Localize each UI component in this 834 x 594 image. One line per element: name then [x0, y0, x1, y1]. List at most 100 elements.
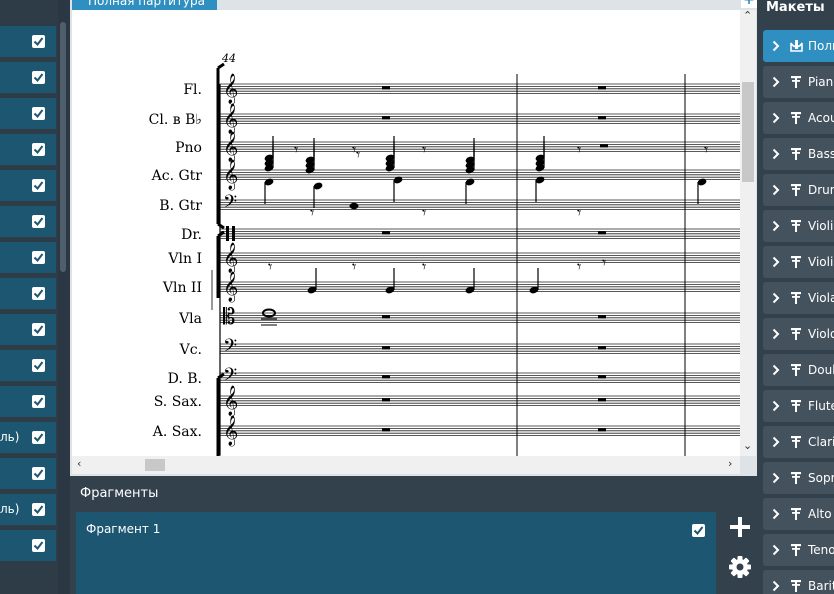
horizontal-scrollbar[interactable]: ‹ ›: [72, 456, 740, 474]
vertical-scrollbar-thumb[interactable]: [742, 82, 754, 182]
chevron-right-icon[interactable]: [772, 292, 780, 304]
chevron-right-icon[interactable]: [772, 220, 780, 232]
player-visible-checkbox[interactable]: [32, 431, 45, 444]
instrument-part-icon: [791, 436, 801, 448]
layout-item[interactable]: Drum Set: [763, 174, 834, 206]
instrument-part-icon: [791, 112, 801, 124]
layout-item[interactable]: Alto Saxophone: [763, 498, 834, 530]
player-row[interactable]: [0, 26, 56, 58]
left-scrollbar-thumb[interactable]: [60, 22, 66, 272]
scroll-left-icon[interactable]: ‹: [77, 458, 81, 470]
instrument-label: Vln I: [167, 251, 202, 267]
player-row[interactable]: [0, 206, 56, 238]
layout-item[interactable]: Baritone Saxophone: [763, 570, 834, 594]
layout-item[interactable]: Double Bass: [763, 354, 834, 386]
chevron-right-icon[interactable]: [772, 436, 780, 448]
layout-item[interactable]: Piano: [763, 66, 834, 98]
player-row[interactable]: [0, 458, 56, 490]
fragment-item-label[interactable]: Фрагмент 1: [86, 522, 160, 536]
player-row[interactable]: [0, 350, 56, 382]
plus-icon: [730, 517, 750, 537]
instrument-part-icon: [791, 292, 801, 304]
player-visible-checkbox[interactable]: [32, 107, 45, 120]
player-visible-checkbox[interactable]: [32, 467, 45, 480]
player-row[interactable]: [0, 242, 56, 274]
chevron-right-icon[interactable]: [772, 400, 780, 412]
chevron-right-icon[interactable]: [772, 148, 780, 160]
player-row[interactable]: [0, 278, 56, 310]
fragment-checkbox[interactable]: [692, 524, 705, 537]
fragments-list: Фрагмент 1: [76, 512, 716, 594]
scroll-up-icon[interactable]: ⌃: [743, 10, 752, 22]
player-row[interactable]: [0, 98, 56, 130]
instrument-label: Vla: [178, 311, 202, 327]
chevron-right-icon[interactable]: [772, 508, 780, 520]
instrument-part-icon: [791, 328, 801, 340]
eighth-rest: 𝄾: [422, 140, 426, 159]
scroll-right-icon[interactable]: ›: [728, 458, 732, 470]
player-row[interactable]: ль): [0, 494, 56, 526]
player-visible-checkbox[interactable]: [32, 179, 45, 192]
tab-full-score[interactable]: Полная партитура: [72, 0, 217, 10]
player-visible-checkbox[interactable]: [32, 539, 45, 552]
fragment-settings-button[interactable]: [727, 554, 753, 580]
treble-clef: 𝄞: [223, 271, 238, 303]
chevron-right-icon[interactable]: [772, 40, 780, 52]
player-visible-checkbox[interactable]: [32, 143, 45, 156]
chevron-right-icon[interactable]: [772, 544, 780, 556]
horizontal-scrollbar-thumb[interactable]: [145, 459, 165, 471]
eighth-rest: 𝄾: [577, 140, 581, 159]
layout-item[interactable]: Flute: [763, 390, 834, 422]
player-row[interactable]: [0, 62, 56, 94]
layout-item[interactable]: Violin II: [763, 246, 834, 278]
layout-item[interactable]: Clarinet in B♭: [763, 426, 834, 458]
player-visible-checkbox[interactable]: [32, 395, 45, 408]
player-row[interactable]: [0, 530, 56, 562]
score-canvas[interactable]: 𝄞 𝄞 𝄞 𝄞 𝄢 𝄞 𝄞 𝄡 𝄢 𝄢 𝄞 𝄞 Fl. Cl. в B♭ Pno Ac. Gtr B. Gtr D…: [72, 10, 740, 456]
instrument-label: Pno: [175, 140, 202, 156]
add-fragment-button[interactable]: [727, 514, 753, 540]
layout-item[interactable]: Viola: [763, 282, 834, 314]
chevron-right-icon[interactable]: [772, 328, 780, 340]
whole-rest: [598, 346, 606, 350]
player-visible-checkbox[interactable]: [32, 215, 45, 228]
layout-item[interactable]: Acoustic Guitar: [763, 102, 834, 134]
player-row[interactable]: [0, 386, 56, 418]
whole-rest: [598, 231, 606, 235]
instrument-part-icon: [791, 220, 801, 232]
instrument-part-icon: [791, 544, 801, 556]
chevron-right-icon[interactable]: [772, 184, 780, 196]
player-row[interactable]: ль): [0, 422, 56, 454]
player-visible-checkbox[interactable]: [32, 35, 45, 48]
chevron-right-icon[interactable]: [772, 580, 780, 592]
chevron-right-icon[interactable]: [772, 112, 780, 124]
layout-item[interactable]: Violoncello: [763, 318, 834, 350]
player-visible-checkbox[interactable]: [32, 287, 45, 300]
layout-item[interactable]: Soprano Saxophone: [763, 462, 834, 494]
layout-item[interactable]: Violin I: [763, 210, 834, 242]
player-row[interactable]: [0, 170, 56, 202]
player-row[interactable]: [0, 134, 56, 166]
layout-item-label: Acoustic Guitar: [808, 111, 834, 125]
player-visible-checkbox[interactable]: [32, 359, 45, 372]
chevron-right-icon[interactable]: [772, 364, 780, 376]
chevron-right-icon[interactable]: [772, 256, 780, 268]
player-visible-checkbox[interactable]: [32, 503, 45, 516]
layout-item-label: Violin I: [808, 219, 834, 233]
layout-item[interactable]: Tenor Saxophone: [763, 534, 834, 566]
add-tab-button[interactable]: +: [741, 0, 757, 8]
whole-rest: [382, 346, 390, 350]
layout-item[interactable]: Bass Guitar: [763, 138, 834, 170]
vertical-scrollbar[interactable]: ⌃ ⌄: [740, 10, 756, 456]
player-visible-checkbox[interactable]: [32, 251, 45, 264]
player-visible-checkbox[interactable]: [32, 71, 45, 84]
chevron-right-icon[interactable]: [772, 472, 780, 484]
scroll-down-icon[interactable]: ⌄: [743, 440, 752, 452]
chevron-right-icon[interactable]: [772, 76, 780, 88]
layouts-panel: Макеты Полная партитура Piano Acoustic Gui…: [757, 0, 834, 594]
player-row[interactable]: [0, 314, 56, 346]
bass-clef: 𝄢: [223, 192, 237, 217]
left-panel-scrollbar[interactable]: [58, 0, 70, 594]
layout-item[interactable]: Полная партитура: [763, 30, 834, 62]
player-visible-checkbox[interactable]: [32, 323, 45, 336]
